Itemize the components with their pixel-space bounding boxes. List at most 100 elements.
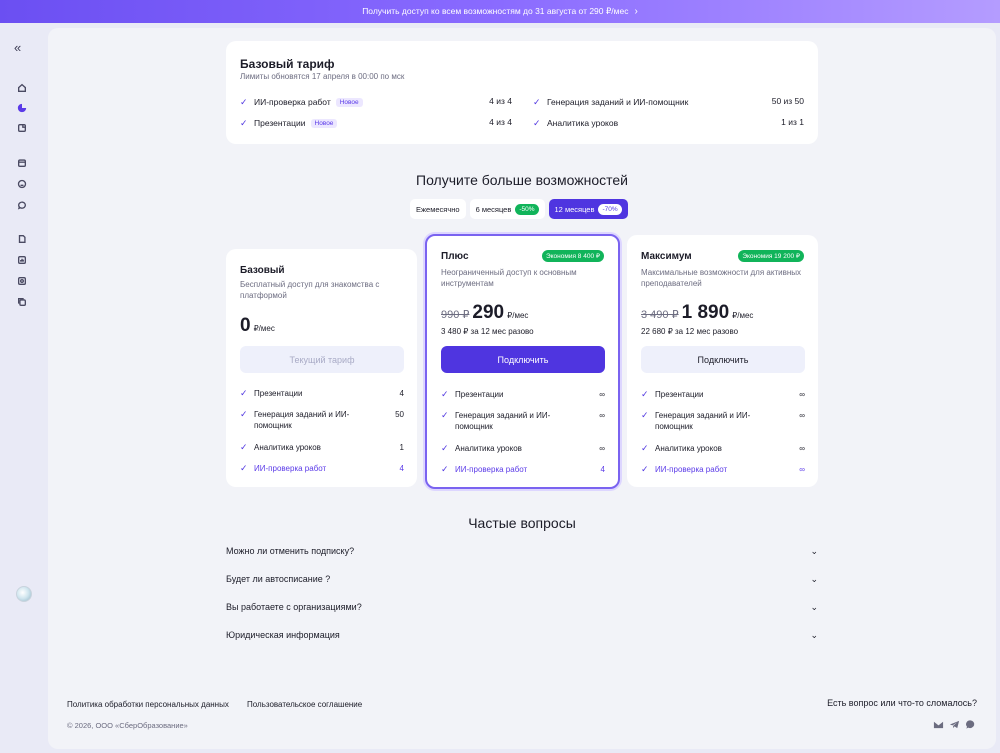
limit-value: 4 из 4 [489,96,512,106]
chevron-down-icon: ⌄ [810,601,818,612]
check-icon: ✓ [441,410,449,420]
limit-row: ✓ ИИ-проверка работ Новое [240,96,363,108]
chat-bubble-icon[interactable] [964,718,976,730]
faq-item[interactable]: Будет ли автосписание ? ⌄ [226,572,818,586]
plan-description: Неограниченный доступ к основным инструм… [441,268,577,288]
check-icon: ✓ [240,96,248,107]
promo-banner[interactable]: Получить доступ ко всем возможностям до … [0,0,1000,23]
faq-title: Частые вопросы [468,515,576,531]
limit-value: 50 из 50 [771,96,804,106]
calendar-icon[interactable] [16,157,28,169]
plan-feature: ✓ Аналитика уроков 1 [240,442,404,452]
media-icon[interactable] [16,275,28,287]
plan-feature: ✓ ИИ-проверка работ ∞ [641,464,805,474]
plan-feature: ✓ Презентации 4 [240,388,404,398]
discount-badge: -70% [598,203,622,215]
plan-card-basic: Базовый Бесплатный доступ для знакомства… [226,249,417,487]
mail-icon[interactable] [932,718,944,730]
main-content: Базовый тариф Лимиты обновятся 17 апреля… [48,28,996,749]
check-icon: ✓ [240,388,248,398]
chat-icon[interactable] [16,199,28,211]
plan-feature: ✓ Аналитика уроков ∞ [441,443,605,453]
current-plan-button[interactable]: Текущий тариф [240,346,404,373]
plan-description: Бесплатный доступ для знакомства с платф… [240,280,380,300]
chevron-down-icon: ⌄ [810,545,818,556]
plan-feature: ✓ ИИ-проверка работ 4 [240,463,404,473]
chevron-down-icon: ⌄ [810,629,818,640]
limit-row: ✓ Аналитика уроков [533,117,619,129]
check-icon: ✓ [441,464,449,474]
faq-item[interactable]: Вы работаете с организациями? ⌄ [226,600,818,614]
period-6-months-tab[interactable]: 6 месяцев -50% [469,199,545,219]
savings-badge: Экономия 8 400 ₽ [541,250,604,262]
plan-feature: ✓ Презентации ∞ [641,389,805,399]
double-chevron-left-icon[interactable]: « [14,40,21,55]
subscribe-max-button[interactable]: Подключить [641,346,805,373]
plan-name: Базовый [240,265,285,276]
plan-feature: ✓ Аналитика уроков ∞ [641,443,805,453]
check-icon: ✓ [240,117,248,128]
privacy-policy-link[interactable]: Политика обработки персональных данных [67,700,229,709]
smile-icon[interactable] [16,178,28,190]
current-plan-card: Базовый тариф Лимиты обновятся 17 апреля… [226,41,818,144]
plan-feature: ✓ Генерация заданий и ИИ-помощник 50 [240,409,404,430]
discount-badge: -50% [515,203,539,215]
user-agreement-link[interactable]: Пользовательское соглашение [247,700,362,709]
check-icon: ✓ [641,464,649,474]
check-icon: ✓ [533,96,541,107]
check-icon: ✓ [641,443,649,453]
notes-icon[interactable] [16,122,28,134]
yearly-price: 3 480 ₽ за 12 мес разово [441,327,534,336]
stats-icon[interactable] [16,254,28,266]
plan-card-plus: Плюс Экономия 8 400 ₽ Неограниченный дос… [425,234,620,489]
limit-row: ✓ Генерация заданий и ИИ-помощник [533,96,689,108]
check-icon: ✓ [240,442,248,452]
check-icon: ✓ [641,410,649,420]
limits-reset-note: Лимиты обновятся 17 апреля в 00:00 по мс… [240,72,405,81]
chevron-down-icon: ⌄ [810,573,818,584]
subscribe-plus-button[interactable]: Подключить [441,346,605,373]
new-badge: Новое [310,118,338,128]
copyright: © 2026, ООО «СберОбразование» [67,721,188,730]
home-icon[interactable] [16,82,28,94]
plan-name: Плюс [441,251,469,262]
period-12-months-tab[interactable]: 12 месяцев -70% [548,199,628,219]
yearly-price: 22 680 ₽ за 12 мес разово [641,327,739,336]
check-icon: ✓ [641,389,649,399]
limit-row: ✓ Презентации Новое [240,117,338,129]
plan-price: 990 ₽ 290 ₽/мес [441,302,529,323]
avatar[interactable] [16,586,32,602]
pie-chart-icon[interactable] [16,102,28,114]
period-selector: Ежемесячно 6 месяцев -50% 12 месяцев -70… [410,199,628,219]
faq-item[interactable]: Юридическая информация ⌄ [226,628,818,642]
sidebar: « [0,23,48,753]
offers-title: Получите больше возможностей [416,172,628,188]
period-monthly-tab[interactable]: Ежемесячно [410,199,466,219]
plan-feature: ✓ Генерация заданий и ИИ-помощник ∞ [441,410,605,431]
limit-value: 4 из 4 [489,117,512,127]
plan-name: Максимум [641,251,692,262]
check-icon: ✓ [441,389,449,399]
plan-feature: ✓ ИИ-проверка работ 4 [441,464,605,474]
document-icon[interactable] [16,233,28,245]
current-plan-title: Базовый тариф [240,57,335,71]
plan-feature: ✓ Генерация заданий и ИИ-помощник ∞ [641,410,805,431]
plan-description: Максимальные возможности для активных пр… [641,268,801,288]
promo-text: Получить доступ ко всем возможностям до … [362,6,629,16]
check-icon: ✓ [240,409,248,419]
new-badge: Новое [335,97,363,107]
telegram-icon[interactable] [948,718,960,730]
faq-item[interactable]: Можно ли отменить подписку? ⌄ [226,544,818,558]
check-icon: ✓ [441,443,449,453]
plan-price: 0 ₽/мес [240,315,275,336]
plan-feature: ✓ Презентации ∞ [441,389,605,399]
check-icon: ✓ [533,117,541,128]
check-icon: ✓ [240,463,248,473]
limit-value: 1 из 1 [781,117,804,127]
chevron-right-icon: › [634,6,638,17]
copy-icon[interactable] [16,296,28,308]
plan-price: 3 490 ₽ 1 890 ₽/мес [641,302,754,323]
savings-badge: Экономия 19 200 ₽ [738,250,804,262]
plan-card-max: Максимум Экономия 19 200 ₽ Максимальные … [627,235,818,487]
help-question: Есть вопрос или что-то сломалось? [827,698,977,708]
